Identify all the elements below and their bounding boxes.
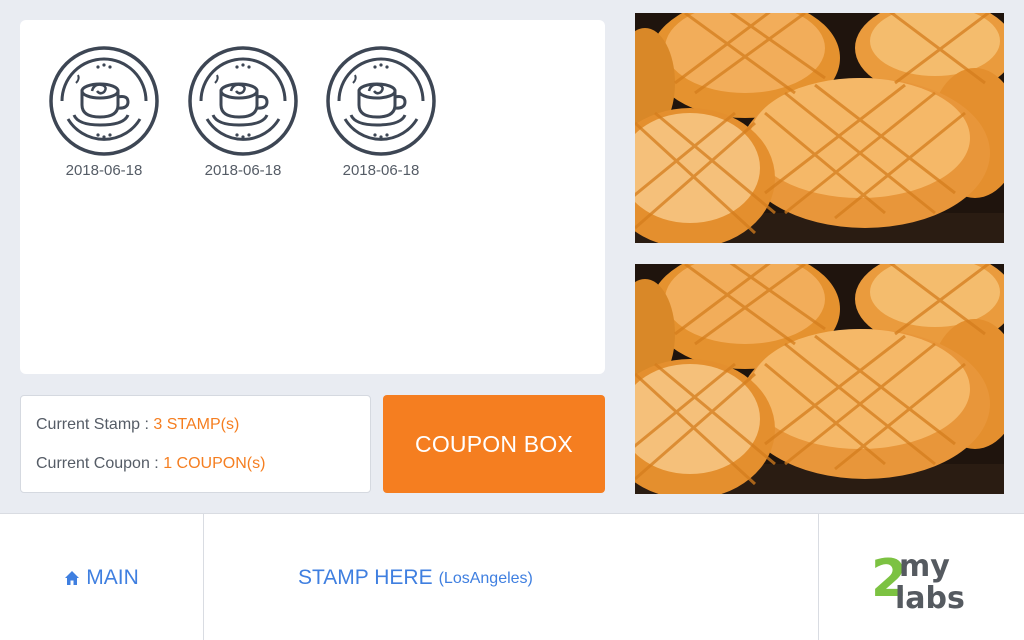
current-coupon-value: 1 COUPON(s) <box>163 455 266 472</box>
stamp-date: 2018-06-18 <box>65 162 143 179</box>
stamp-here-button[interactable]: STAMP HERE (LosAngeles) <box>205 514 818 640</box>
stamp-item: 2018-06-18 <box>48 45 160 179</box>
current-stamp-row: Current Stamp : 3 STAMP(s) <box>36 412 370 451</box>
coffee-cup-icon <box>325 45 437 157</box>
svg-text:labs: labs <box>895 581 965 616</box>
current-stamp-value: 3 STAMP(s) <box>153 416 240 433</box>
current-coupon-label: Current Coupon : <box>36 455 164 472</box>
stamp-location: (LosAngeles) <box>438 570 533 587</box>
main-nav-button[interactable]: MAIN <box>0 514 204 640</box>
stamp-date: 2018-06-18 <box>342 162 420 179</box>
stamp-summary-card: Current Stamp : 3 STAMP(s) Current Coupo… <box>20 395 371 493</box>
coupon-box-button[interactable]: COUPON BOX <box>383 395 605 493</box>
current-stamp-label: Current Stamp : <box>36 416 154 433</box>
brand-logo: 2 my labs <box>818 514 1024 640</box>
footer-nav: MAIN STAMP HERE (LosAngeles) 2 my labs <box>0 513 1024 640</box>
main-nav-label: MAIN <box>86 565 139 589</box>
stamp-item: 2018-06-18 <box>187 45 299 179</box>
current-coupon-row: Current Coupon : 1 COUPON(s) <box>36 451 370 490</box>
stamp-item: 2018-06-18 <box>325 45 437 179</box>
stamp-here-label: STAMP HERE <box>298 565 433 589</box>
bread-photo-top <box>635 13 1004 243</box>
stamp-board: 2018-06-18 2018-06-18 2018-06-18 <box>20 20 605 374</box>
home-icon <box>65 570 80 585</box>
svg-text:my: my <box>899 549 950 584</box>
coffee-cup-icon <box>48 45 160 157</box>
coffee-cup-icon <box>187 45 299 157</box>
bread-photo-bottom <box>635 264 1004 494</box>
stamp-date: 2018-06-18 <box>204 162 282 179</box>
